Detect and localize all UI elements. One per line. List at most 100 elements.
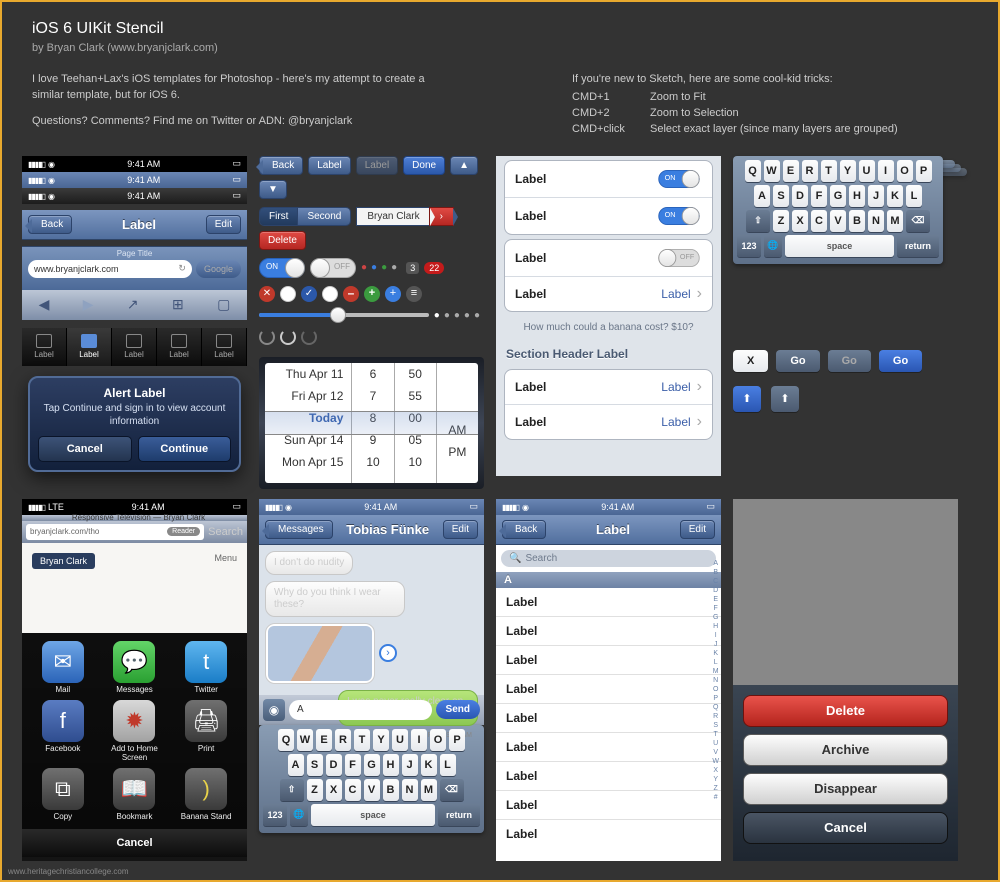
key-g[interactable]: G [830, 185, 846, 207]
index-letter[interactable]: X [713, 766, 718, 775]
list-row[interactable]: Label [496, 646, 721, 675]
sheet-cancel-button[interactable]: Cancel [743, 812, 948, 844]
list-row[interactable]: Label [496, 791, 721, 820]
key-x[interactable]: X [326, 779, 342, 801]
bookmarks-icon[interactable]: ⊞ [172, 296, 184, 313]
numbers-key[interactable]: 123 [737, 235, 761, 257]
index-letter[interactable]: S [713, 721, 718, 730]
key-t[interactable]: T [354, 729, 370, 751]
shift-up-icon[interactable]: ⬆ [771, 386, 799, 412]
key-s[interactable]: S [307, 754, 323, 776]
search-field[interactable]: Google [196, 260, 241, 278]
toggle[interactable] [658, 207, 699, 225]
key-m[interactable]: M [887, 210, 903, 232]
key-c[interactable]: C [345, 779, 361, 801]
detail-chevron-icon[interactable]: › [379, 644, 397, 662]
sheet-archive-button[interactable]: Archive [743, 734, 948, 766]
index-letter[interactable]: W [712, 757, 719, 766]
site-brand[interactable]: Bryan Clark [32, 553, 95, 569]
table-cell[interactable]: LabelLabel [505, 370, 712, 405]
empty-circle-icon[interactable] [322, 286, 338, 302]
list-row[interactable]: Label [496, 675, 721, 704]
done-button[interactable]: Done [403, 156, 445, 175]
sheet-disappear-button[interactable]: Disappear [743, 773, 948, 805]
shift-key[interactable]: ⇧ [280, 779, 304, 801]
share-mail[interactable]: ✉Mail [30, 641, 96, 694]
back-icon[interactable]: ◀ [39, 296, 50, 313]
segment[interactable]: Second [298, 208, 350, 225]
index-letter[interactable]: I [715, 631, 717, 640]
toggle-on[interactable] [259, 258, 305, 278]
send-button[interactable]: Send [436, 700, 480, 719]
backspace-key[interactable]: ⌫ [440, 779, 464, 801]
key-v[interactable]: V [830, 210, 846, 232]
key-b[interactable]: B [383, 779, 399, 801]
index-letter[interactable]: C [713, 577, 718, 586]
index-letter[interactable]: L [714, 658, 718, 667]
globe-key[interactable]: 🌐 [764, 235, 782, 257]
edit-button[interactable]: Edit [206, 215, 241, 234]
key-o[interactable]: O [430, 729, 446, 751]
bar-button[interactable]: Label [308, 156, 350, 175]
segmented-control[interactable]: First Second [259, 207, 351, 226]
list-row[interactable]: Label [496, 617, 721, 646]
list-row[interactable]: Label [496, 733, 721, 762]
key-f[interactable]: F [345, 754, 361, 776]
key-q[interactable]: Q [278, 729, 294, 751]
return-key[interactable]: return [897, 235, 939, 257]
index-letter[interactable]: O [713, 685, 718, 694]
index-letter[interactable]: Z [714, 784, 718, 793]
toggle[interactable] [658, 170, 699, 188]
index-letter[interactable]: E [713, 595, 718, 604]
shift-up-icon[interactable]: ⬆ [733, 386, 761, 412]
share-banana[interactable]: )Banana Stand [173, 768, 239, 821]
key-l[interactable]: L [906, 185, 922, 207]
up-button[interactable]: ▲ [450, 156, 478, 175]
key-u[interactable]: U [859, 160, 875, 182]
key-s[interactable]: S [773, 185, 789, 207]
empty-circle-icon[interactable] [280, 286, 296, 302]
key-y[interactable]: Y [373, 729, 389, 751]
key-d[interactable]: D [326, 754, 342, 776]
edit-button[interactable]: Edit [680, 520, 715, 539]
menu-button[interactable]: Menu [214, 553, 237, 569]
index-letter[interactable]: G [713, 613, 718, 622]
key-z[interactable]: Z [307, 779, 323, 801]
index-letter[interactable]: K [713, 649, 718, 658]
key-k[interactable]: K [421, 754, 437, 776]
down-button[interactable]: ▼ [259, 180, 287, 199]
index-letter[interactable]: M [713, 667, 719, 676]
back-button[interactable]: Back [259, 156, 303, 175]
message-input[interactable]: A [289, 700, 432, 720]
date-picker[interactable]: Thu Apr 11 Fri Apr 12 Today Sun Apr 14 M… [259, 357, 484, 489]
index-letter[interactable]: B [713, 568, 718, 577]
index-letter[interactable]: A [713, 559, 718, 568]
index-letter[interactable]: F [714, 604, 718, 613]
key-x[interactable]: X [792, 210, 808, 232]
key-h[interactable]: H [849, 185, 865, 207]
search-field[interactable]: Search [208, 526, 243, 538]
plus-green-icon[interactable] [364, 286, 380, 302]
toggle[interactable] [658, 249, 699, 267]
index-letter[interactable]: H [713, 622, 718, 631]
alert-cancel-button[interactable]: Cancel [38, 436, 132, 462]
list-row[interactable]: Label [496, 762, 721, 791]
messages-back-button[interactable]: Messages [265, 520, 333, 539]
index-letter[interactable]: # [714, 793, 718, 802]
space-key[interactable]: space [785, 235, 894, 257]
index-letter[interactable]: R [713, 712, 718, 721]
index-letter[interactable]: P [713, 694, 718, 703]
index-letter[interactable]: J [714, 640, 718, 649]
key-j[interactable]: J [402, 754, 418, 776]
check-icon[interactable] [301, 286, 317, 302]
key-q[interactable]: Q [745, 160, 761, 182]
keyboard[interactable]: QWERTYUIOP ASDFGHJKL ⇧ZXCVBNM⌫ 123🌐space… [259, 725, 484, 833]
page-control[interactable]: ●●●● [361, 262, 401, 273]
share-print[interactable]: 🖨Print [173, 700, 239, 762]
key-t[interactable]: T [821, 160, 837, 182]
index-letter[interactable]: V [713, 748, 718, 757]
key-j[interactable]: J [868, 185, 884, 207]
list-row[interactable]: Label [496, 588, 721, 617]
alert-continue-button[interactable]: Continue [138, 436, 232, 462]
tab-item[interactable]: Label [157, 328, 202, 366]
